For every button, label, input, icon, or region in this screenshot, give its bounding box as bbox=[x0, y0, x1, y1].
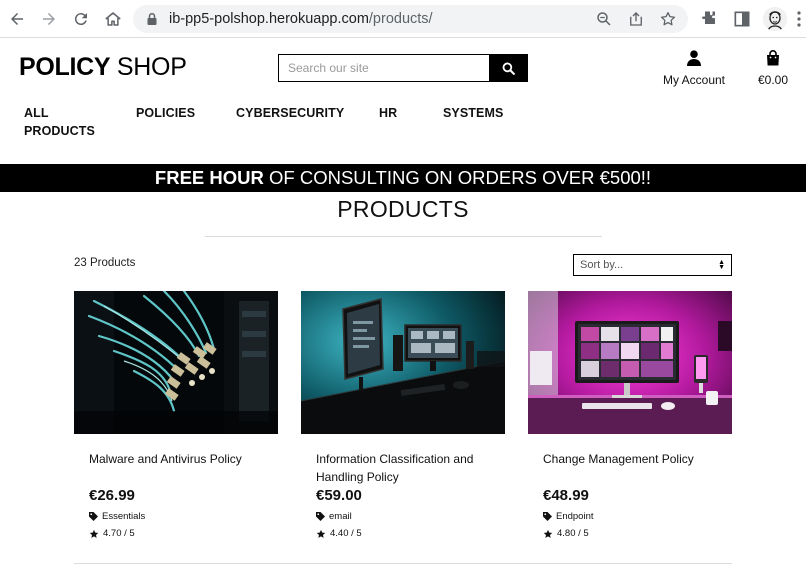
cart-link[interactable]: €0.00 bbox=[750, 50, 796, 87]
my-account-link[interactable]: My Account bbox=[655, 50, 733, 87]
url-text[interactable]: ib-pp5-polshop.herokuapp.com/products/ bbox=[169, 11, 433, 27]
logo-bold-text: POLICY bbox=[19, 53, 111, 81]
bookmark-star-icon[interactable] bbox=[659, 10, 677, 28]
lock-icon[interactable] bbox=[145, 12, 159, 26]
logo-rest-text: SHOP bbox=[110, 53, 187, 81]
network-cables-photo bbox=[74, 291, 278, 434]
url-host: ib-pp5-polshop.herokuapp.com bbox=[169, 11, 369, 27]
product-price: €48.99 bbox=[543, 487, 589, 504]
tag-icon bbox=[543, 512, 552, 521]
product-rating-value: 4.80 / 5 bbox=[557, 528, 589, 539]
star-icon bbox=[89, 529, 99, 538]
product-name[interactable]: Information Classification and Handling … bbox=[316, 450, 496, 486]
address-bar[interactable]: ib-pp5-polshop.herokuapp.com/products/ bbox=[133, 5, 688, 33]
product-category: email bbox=[329, 511, 352, 522]
search-button[interactable] bbox=[489, 55, 527, 81]
menu-icon[interactable] bbox=[796, 10, 802, 28]
forward-icon[interactable] bbox=[38, 8, 60, 30]
promo-rest-text: OF CONSULTING ON ORDERS OVER €500!! bbox=[263, 167, 652, 188]
product-rating: 4.80 / 5 bbox=[543, 528, 589, 539]
product-rating: 4.70 / 5 bbox=[89, 528, 135, 539]
pink-desk-setup-photo bbox=[528, 291, 732, 434]
nav-all-products[interactable]: ALL PRODUCTS bbox=[24, 104, 104, 140]
product-card: Information Classification and Handling … bbox=[301, 291, 505, 556]
page-title: PRODUCTS bbox=[337, 196, 469, 222]
nav-systems[interactable]: SYSTEMS bbox=[443, 104, 503, 122]
home-icon[interactable] bbox=[102, 8, 124, 30]
side-panel-icon[interactable] bbox=[732, 9, 752, 29]
shopping-bag-icon bbox=[767, 50, 779, 66]
product-rating-value: 4.70 / 5 bbox=[103, 528, 135, 539]
product-card: Change Management Policy €48.99 Endpoint… bbox=[528, 291, 732, 556]
product-rating-value: 4.40 / 5 bbox=[330, 528, 362, 539]
reload-icon[interactable] bbox=[70, 8, 92, 30]
product-category-link[interactable]: email bbox=[316, 511, 352, 522]
cart-total: €0.00 bbox=[757, 73, 789, 87]
product-category: Essentials bbox=[102, 511, 146, 522]
row-divider bbox=[74, 563, 732, 564]
product-name[interactable]: Change Management Policy bbox=[543, 450, 723, 468]
product-category-link[interactable]: Essentials bbox=[89, 511, 145, 522]
tag-icon bbox=[316, 512, 325, 521]
tag-icon bbox=[89, 512, 98, 521]
product-image[interactable] bbox=[74, 291, 278, 434]
extensions-icon[interactable] bbox=[700, 9, 720, 29]
my-account-label: My Account bbox=[662, 73, 726, 87]
product-card: Malware and Antivirus Policy €26.99 Esse… bbox=[74, 291, 278, 556]
nav-policies[interactable]: POLICIES bbox=[136, 104, 195, 122]
title-divider bbox=[205, 236, 602, 237]
sort-select[interactable]: Sort by... ▲ ▼ bbox=[573, 254, 732, 276]
back-icon[interactable] bbox=[6, 8, 28, 30]
nav-hr[interactable]: HR bbox=[379, 104, 397, 122]
user-icon bbox=[687, 50, 701, 66]
star-icon bbox=[316, 529, 326, 538]
sort-select-value: Sort by... bbox=[580, 259, 624, 271]
promo-bold-text: FREE HOUR bbox=[154, 167, 264, 188]
promo-banner: FREE HOUR OF CONSULTING ON ORDERS OVER €… bbox=[0, 164, 806, 192]
product-price: €59.00 bbox=[316, 487, 362, 504]
nav-cybersecurity[interactable]: CYBERSECURITY bbox=[236, 104, 344, 122]
zoom-icon[interactable] bbox=[595, 10, 613, 28]
product-count: 23 Products bbox=[74, 257, 136, 269]
search-icon bbox=[502, 62, 515, 75]
search-form bbox=[278, 54, 528, 82]
product-category-link[interactable]: Endpoint bbox=[543, 511, 594, 522]
product-rating: 4.40 / 5 bbox=[316, 528, 362, 539]
product-price: €26.99 bbox=[89, 487, 135, 504]
url-path: /products/ bbox=[368, 11, 433, 27]
sort-arrows-icon: ▲ ▼ bbox=[718, 259, 725, 271]
browser-toolbar: ib-pp5-polshop.herokuapp.com/products/ bbox=[0, 0, 806, 38]
star-icon bbox=[543, 529, 553, 538]
search-input[interactable] bbox=[279, 55, 489, 81]
profile-avatar[interactable] bbox=[763, 7, 787, 31]
desk-monitors-photo bbox=[301, 291, 505, 434]
product-image[interactable] bbox=[528, 291, 732, 434]
product-image[interactable] bbox=[301, 291, 505, 434]
product-category: Endpoint bbox=[556, 511, 594, 522]
share-icon[interactable] bbox=[627, 10, 645, 28]
product-name[interactable]: Malware and Antivirus Policy bbox=[89, 450, 269, 468]
main-nav: ALL PRODUCTS POLICIES CYBERSECURITY HR S… bbox=[0, 104, 806, 144]
site-logo[interactable]: POLICY SHOP bbox=[19, 53, 187, 82]
